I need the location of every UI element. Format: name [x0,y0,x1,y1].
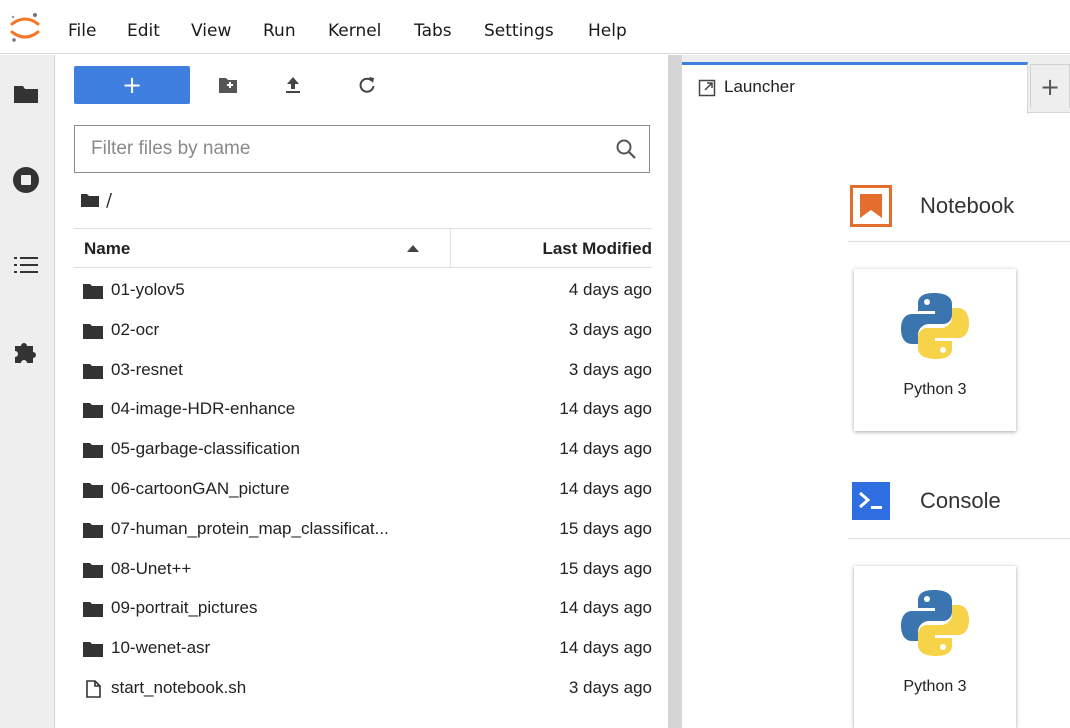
file-list-item[interactable]: 01-yolov5 4 days ago [74,271,652,311]
jupyter-logo-icon[interactable] [8,10,42,44]
main-area: Launcher + Notebook Python 3 Console Pyt… [682,55,1070,728]
refresh-icon[interactable] [353,71,381,99]
notebook-section-title: Notebook [850,185,1014,227]
console-section-title: Console [850,480,1001,522]
folder-icon [83,363,103,379]
launcher-icon [698,79,716,97]
folder-icon [83,642,103,658]
folder-icon [83,403,103,419]
python-logo-icon [901,590,969,656]
menu-view[interactable]: View [191,20,231,42]
menu-file[interactable]: File [68,20,96,42]
file-modified: 14 days ago [559,638,652,658]
file-name: 06-cartoonGAN_picture [111,478,290,498]
file-modified: 3 days ago [568,319,652,339]
toc-icon[interactable] [9,248,43,282]
menu-run[interactable]: Run [263,20,296,42]
new-launcher-button[interactable]: + [74,66,190,104]
breadcrumb-root[interactable]: / [106,190,112,211]
file-modified: 14 days ago [559,399,652,419]
file-modified: 14 days ago [559,598,652,618]
folder-icon[interactable] [9,77,43,111]
running-icon[interactable] [9,163,43,197]
notebook-label: Notebook [920,193,1015,218]
file-list-item[interactable]: 03-resnet 3 days ago [74,351,652,391]
folder-icon [83,482,103,498]
file-modified: 14 days ago [559,478,652,498]
python-logo-icon [901,293,969,359]
menu-help[interactable]: Help [588,20,627,42]
kernel-label: Python 3 [903,381,967,398]
file-name: 04-image-HDR-enhance [111,399,296,419]
folder-icon [83,323,103,339]
folder-icon [83,562,103,578]
tab-label: Launcher [724,77,795,96]
kernel-label: Python 3 [903,678,967,695]
menu-kernel[interactable]: Kernel [328,20,381,42]
column-name-header[interactable]: Name [84,239,130,259]
file-list: 01-yolov5 4 days ago 02-ocr 3 days ago 0… [74,271,652,709]
file-name: 03-resnet [111,359,183,379]
file-list-item[interactable]: 07-human_protein_map_classificat... 15 d… [74,510,652,550]
file-list-item[interactable]: 05-garbage-classification 14 days ago [74,430,652,470]
file-modified: 3 days ago [568,677,652,697]
menu-edit[interactable]: Edit [127,20,160,42]
notebook-python3-card[interactable]: Python 3 [854,269,1016,431]
menu-bar: File Edit View Run Kernel Tabs Settings … [0,0,1070,54]
file-name: 08-Unet++ [111,558,192,578]
file-list-item[interactable]: 08-Unet++ 15 days ago [74,550,652,590]
folder-icon [83,443,103,459]
tab-bar: Launcher + [682,55,1070,114]
console-icon [852,482,890,520]
search-icon[interactable] [615,138,637,160]
file-name: 09-portrait_pictures [111,598,258,618]
folder-icon [83,602,103,618]
notebook-icon [850,185,892,227]
console-label: Console [920,488,1001,513]
console-python3-card[interactable]: Python 3 [854,566,1016,728]
file-name: 10-wenet-asr [111,638,211,658]
activity-sidebar [0,55,55,728]
extension-icon[interactable] [9,334,43,368]
add-tab-button[interactable]: + [1030,64,1070,108]
file-modified: 4 days ago [568,280,652,299]
breadcrumb: / [80,188,112,212]
menu-settings[interactable]: Settings [484,20,554,42]
file-icon [86,680,101,698]
file-name: start_notebook.sh [111,677,247,697]
filter-files-input[interactable] [75,126,605,172]
sort-ascending-icon [407,245,419,252]
file-modified: 3 days ago [568,359,652,379]
file-list-item[interactable]: 09-portrait_pictures 14 days ago [74,589,652,629]
file-name: 01-yolov5 [111,280,185,299]
file-name: 02-ocr [111,319,160,339]
tab-launcher[interactable]: Launcher [682,62,1028,114]
file-list-item[interactable]: 02-ocr 3 days ago [74,311,652,351]
folder-icon[interactable] [80,192,100,208]
file-list-item[interactable]: 10-wenet-asr 14 days ago [74,629,652,669]
section-divider [848,538,1070,539]
panel-resize-handle[interactable] [668,55,682,728]
upload-icon[interactable] [279,71,307,99]
column-modified-header[interactable]: Last Modified [542,239,652,259]
folder-icon [83,522,103,538]
new-folder-icon[interactable] [214,71,242,99]
file-modified: 15 days ago [559,558,652,578]
file-name: 07-human_protein_map_classificat... [111,518,389,538]
folder-icon [83,284,103,299]
file-browser: + / Name Last Modified 01-yolov5 4 days … [56,55,668,728]
file-list-item[interactable]: start_notebook.sh 3 days ago [74,669,652,709]
file-modified: 15 days ago [559,518,652,538]
file-name: 05-garbage-classification [111,439,300,459]
menu-tabs[interactable]: Tabs [414,20,452,42]
file-modified: 14 days ago [559,439,652,459]
column-divider[interactable] [450,229,451,268]
file-list-item[interactable]: 04-image-HDR-enhance 14 days ago [74,390,652,430]
filter-box [74,125,650,173]
file-list-item[interactable]: 06-cartoonGAN_picture 14 days ago [74,470,652,510]
section-divider [848,241,1070,242]
file-list-header: Name Last Modified [74,228,652,268]
